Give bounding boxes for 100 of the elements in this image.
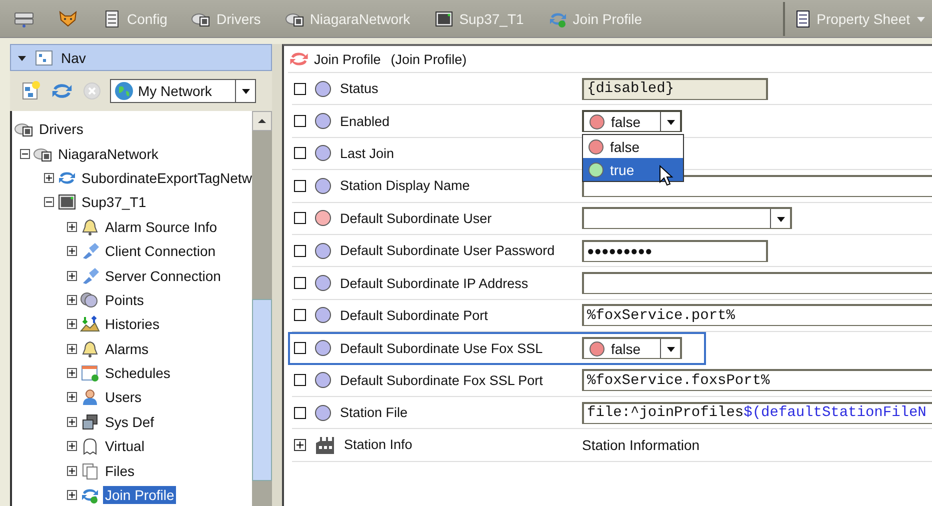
- expand-icon[interactable]: [67, 294, 77, 305]
- breadcrumb-item[interactable]: [14, 10, 34, 28]
- document-icon: [794, 10, 811, 28]
- device-icon: [56, 193, 76, 212]
- checkbox[interactable]: [294, 374, 306, 386]
- expand-icon[interactable]: [67, 466, 77, 476]
- property-label: Default Subordinate Use Fox SSL: [340, 340, 543, 356]
- building-icon: [314, 434, 336, 455]
- scroll-up-button[interactable]: [252, 111, 272, 131]
- tree-item[interactable]: Drivers: [37, 120, 86, 138]
- property-label: Enabled: [340, 114, 390, 129]
- sheet-title: Join Profile: [314, 52, 381, 66]
- tree-item[interactable]: Schedules: [103, 364, 172, 382]
- bell-icon: [80, 340, 100, 358]
- files-icon: [80, 462, 100, 480]
- globe-icon: [114, 81, 134, 101]
- collapse-icon[interactable]: [20, 148, 30, 159]
- checkbox[interactable]: [294, 82, 306, 95]
- readonly-field: {disabled}: [582, 78, 768, 100]
- property-label: Station Info: [344, 437, 412, 452]
- chart-icon: [80, 315, 100, 334]
- caret-icon: [666, 344, 676, 353]
- dropdown-option[interactable]: false: [583, 135, 683, 158]
- tree-item[interactable]: Virtual: [103, 437, 146, 456]
- password-field[interactable]: ●●●●●●●●●: [582, 240, 768, 262]
- caret-icon: [240, 87, 250, 95]
- property-label: Station Display Name: [340, 178, 470, 194]
- tree-item[interactable]: Server Connection: [103, 266, 223, 285]
- expand-icon[interactable]: [67, 222, 77, 232]
- property-label: Default Subordinate User: [340, 210, 492, 226]
- dropdown[interactable]: false: [582, 110, 682, 132]
- checkbox[interactable]: [294, 277, 306, 290]
- tree-item[interactable]: Client Connection: [103, 242, 218, 260]
- user-icon: [80, 388, 100, 406]
- tree-item[interactable]: NiagaraNetwork: [56, 144, 160, 163]
- checkbox[interactable]: [294, 212, 306, 224]
- property-label: Default Subordinate Port: [340, 308, 488, 323]
- expand-icon[interactable]: [67, 270, 77, 281]
- caret-icon[interactable]: [17, 54, 27, 62]
- expand-icon[interactable]: [67, 319, 77, 330]
- sheet-subtitle: (Join Profile): [390, 52, 467, 66]
- tree-icon: [35, 50, 53, 66]
- property-label: Station File: [340, 405, 408, 420]
- tree-item[interactable]: Sup37_T1: [80, 193, 148, 212]
- expand-icon[interactable]: [294, 438, 306, 451]
- checkbox[interactable]: [294, 147, 306, 160]
- text-field[interactable]: %foxService.foxsPort%: [582, 369, 932, 392]
- points-icon: [80, 290, 100, 309]
- checkbox[interactable]: [294, 244, 306, 257]
- tree-item[interactable]: Alarm Source Info: [103, 218, 220, 236]
- tree-item[interactable]: Users: [103, 388, 144, 406]
- scroll-thumb[interactable]: [252, 299, 272, 481]
- property-value: Station Information: [582, 436, 700, 453]
- dropdown[interactable]: false: [582, 337, 682, 360]
- collapse-icon[interactable]: [44, 197, 54, 208]
- expand-icon[interactable]: [67, 344, 77, 354]
- caret-icon: [916, 14, 926, 22]
- text-field[interactable]: [582, 272, 932, 294]
- scrollbar[interactable]: [252, 111, 272, 506]
- checkbox[interactable]: [294, 342, 306, 354]
- device-icon: [434, 10, 454, 28]
- text-field[interactable]: %foxService.port%: [582, 304, 932, 326]
- combo-field[interactable]: [582, 207, 792, 230]
- tree-item[interactable]: Alarms: [103, 340, 151, 358]
- expand-icon[interactable]: [67, 368, 77, 378]
- tree-item[interactable]: Histories: [103, 315, 162, 334]
- dropdown-option[interactable]: true: [583, 158, 683, 182]
- expand-icon[interactable]: [67, 246, 77, 256]
- expand-icon[interactable]: [67, 416, 77, 427]
- breadcrumb-item[interactable]: [58, 10, 78, 28]
- text-field[interactable]: file:^joinProfiles$(defaultStationFileN: [582, 402, 932, 424]
- bell-icon: [80, 218, 100, 236]
- checkbox[interactable]: [294, 309, 306, 322]
- tree-item[interactable]: SubordinateExportTagNetw: [80, 168, 252, 187]
- calendar-icon: [80, 364, 100, 382]
- property-label: Last Join: [340, 146, 394, 161]
- tree-item[interactable]: Points: [103, 290, 146, 309]
- tree-item[interactable]: Sys Def: [103, 412, 156, 431]
- tree-item[interactable]: Join Profile: [103, 486, 176, 504]
- fox-icon: [58, 10, 78, 28]
- expand-icon[interactable]: [67, 392, 77, 402]
- tree-item[interactable]: Files: [103, 462, 137, 480]
- up-arrow-icon: [257, 118, 267, 124]
- network-dropdown[interactable]: My Network: [110, 79, 256, 103]
- property-label: Default Subordinate IP Address: [340, 276, 528, 291]
- nav-title: Nav: [61, 50, 86, 66]
- expand-icon[interactable]: [67, 490, 77, 500]
- expand-icon[interactable]: [67, 441, 77, 452]
- checkbox[interactable]: [294, 115, 306, 128]
- squares-icon: [80, 412, 100, 431]
- caret-icon: [666, 118, 676, 126]
- property-label: Default Subordinate User Password: [340, 243, 555, 258]
- caret-icon: [776, 214, 786, 223]
- property-label: Default Subordinate Fox SSL Port: [340, 372, 543, 388]
- new-item-icon[interactable]: [20, 80, 42, 102]
- server-icon: [14, 10, 34, 28]
- checkbox[interactable]: [294, 180, 306, 192]
- expand-icon[interactable]: [44, 172, 54, 183]
- checkbox[interactable]: [294, 406, 306, 419]
- property-label: Status: [340, 81, 378, 96]
